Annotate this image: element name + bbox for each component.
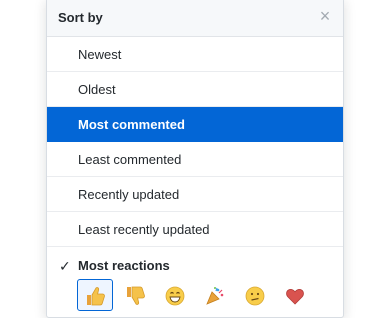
sort-dropdown-panel: Sort by × Newest Oldest Most commented L… <box>46 0 344 318</box>
thumbs-up-icon[interactable] <box>77 279 113 311</box>
sort-option-recently-updated[interactable]: Recently updated <box>47 177 343 212</box>
most-reactions-label: Most reactions <box>78 258 170 273</box>
confused-icon[interactable] <box>237 279 273 311</box>
close-icon[interactable]: × <box>315 6 335 26</box>
thumbs-down-icon[interactable] <box>117 279 153 311</box>
sort-option-label: Recently updated <box>78 187 180 202</box>
sort-option-label: Least commented <box>78 152 182 167</box>
sort-option-least-recently-updated[interactable]: Least recently updated <box>47 212 343 247</box>
dropdown-title: Sort by <box>58 10 103 25</box>
hooray-icon[interactable] <box>197 279 233 311</box>
laugh-icon[interactable] <box>157 279 193 311</box>
sort-option-oldest[interactable]: Oldest <box>47 72 343 107</box>
dropdown-header: Sort by × <box>47 0 343 37</box>
sort-option-most-commented[interactable]: Most commented <box>47 107 343 142</box>
sort-option-label: Least recently updated <box>78 222 210 237</box>
sort-option-most-reactions[interactable]: ✓ Most reactions <box>47 247 343 317</box>
sort-option-label: Most commented <box>78 117 185 132</box>
check-icon: ✓ <box>59 258 71 274</box>
sort-option-newest[interactable]: Newest <box>47 37 343 72</box>
sort-option-label: Newest <box>78 47 122 62</box>
sort-option-label: Oldest <box>78 82 116 97</box>
sort-option-least-commented[interactable]: Least commented <box>47 142 343 177</box>
heart-icon[interactable] <box>277 279 313 311</box>
